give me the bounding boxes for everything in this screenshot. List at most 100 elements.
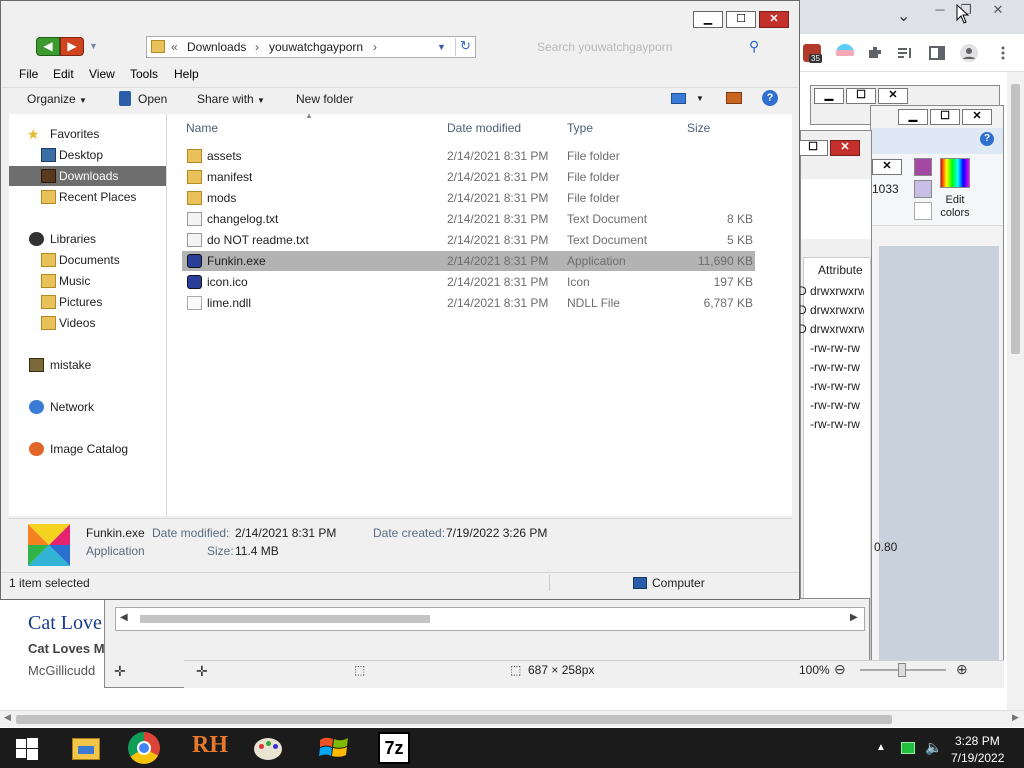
nav-downloads[interactable]: Downloads — [9, 166, 167, 186]
ftp-maximize-button[interactable]: ☐ — [798, 140, 828, 156]
search-input[interactable]: Search youwatchgayporn ⚲ — [529, 36, 773, 58]
address-dropdown-icon[interactable]: ▼ — [437, 42, 446, 52]
editor-scroll-right-icon[interactable]: ▶ — [850, 612, 858, 623]
search-icon[interactable]: ⚲ — [749, 38, 759, 55]
zoom-in-icon[interactable]: ⊕ — [956, 661, 968, 678]
open-button[interactable]: Open — [138, 92, 167, 106]
nav-network[interactable]: Network — [9, 397, 167, 417]
chrome-icon[interactable] — [128, 732, 160, 764]
address-bar[interactable]: « Downloads › youwatchgayporn › ▼ ↻ — [146, 36, 476, 58]
menu-view[interactable]: View — [89, 67, 115, 81]
file-row[interactable]: assets 2/14/2021 8:31 PM File folder — [182, 146, 755, 166]
browser-menu-icon[interactable] — [994, 44, 1012, 62]
help-icon[interactable]: ? — [762, 90, 778, 106]
forward-arrow-icon[interactable]: ▶ — [60, 37, 84, 56]
7zip-icon[interactable]: 7z — [378, 732, 410, 764]
browser-horizontal-scrollbar[interactable]: ◀ ▶ — [0, 710, 1024, 727]
paint-icon[interactable] — [252, 732, 284, 764]
column-header-date-modified[interactable]: Date modified — [447, 121, 521, 135]
file-row[interactable]: icon.ico 2/14/2021 8:31 PM Icon 197 KB — [182, 272, 755, 292]
tab-search-chevron-icon[interactable]: ⌄ — [897, 6, 910, 26]
recent-pages-dropdown-icon[interactable]: ▼ — [89, 41, 98, 51]
edit-colors-palette-icon[interactable] — [940, 158, 970, 188]
back-arrow-icon[interactable]: ◀ — [36, 37, 60, 56]
side-panel-icon[interactable] — [928, 44, 946, 62]
color2-swatch[interactable] — [914, 180, 932, 198]
paint-help-icon[interactable]: ? — [980, 132, 994, 146]
ftp-close-button[interactable]: ✕ — [830, 140, 860, 156]
menu-tools[interactable]: Tools — [130, 67, 158, 81]
profile-avatar-icon[interactable] — [960, 44, 978, 62]
media-queue-icon[interactable] — [896, 44, 914, 62]
new-folder-button[interactable]: New folder — [296, 92, 353, 106]
editor-scroll-thumb[interactable] — [140, 615, 430, 623]
scroll-right-arrow-icon[interactable]: ▶ — [1012, 712, 1019, 723]
color1-swatch[interactable] — [914, 158, 932, 176]
nav-videos[interactable]: Videos — [9, 313, 167, 333]
bg-window-1-minimize-button[interactable]: ▁ — [814, 88, 844, 104]
menu-file[interactable]: File — [19, 67, 38, 81]
bg-window-1-maximize-button[interactable]: ☐ — [846, 88, 876, 104]
explorer-maximize-button[interactable]: ☐ — [726, 11, 756, 28]
share-with-button[interactable]: Share with ▼ — [197, 92, 265, 106]
browser-minimize-button[interactable]: ─ — [926, 2, 954, 20]
attribute-column-header[interactable]: Attribute — [818, 263, 863, 277]
preview-pane-icon[interactable] — [726, 92, 742, 104]
refresh-icon[interactable]: ↻ — [455, 38, 475, 56]
column-header-name[interactable]: Name — [186, 121, 218, 135]
volume-icon[interactable]: 🔈 — [925, 739, 942, 756]
file-row[interactable]: Funkin.exe 2/14/2021 8:31 PM Application 11… — [182, 251, 755, 271]
edit-colors-label[interactable]: Edit colors — [936, 194, 974, 220]
nav-documents[interactable]: Documents — [9, 250, 167, 270]
network-status-icon[interactable] — [901, 742, 915, 754]
menu-edit[interactable]: Edit — [53, 67, 74, 81]
puzzle-piece-icon[interactable] — [866, 44, 884, 62]
file-row[interactable]: mods 2/14/2021 8:31 PM File folder — [182, 188, 755, 208]
paint-minimize-button[interactable]: ▁ — [898, 109, 928, 125]
breadcrumb-current-folder[interactable]: youwatchgayporn — [269, 40, 363, 54]
organize-button[interactable]: Organize ▼ — [27, 92, 87, 106]
column-header-type[interactable]: Type — [567, 121, 593, 135]
explorer-minimize-button[interactable]: ▁ — [693, 11, 723, 28]
menu-help[interactable]: Help — [174, 67, 199, 81]
nav-recent-places[interactable]: Recent Places — [9, 187, 167, 207]
color3-swatch[interactable] — [914, 202, 932, 220]
clock-time[interactable]: 3:28 PM — [955, 734, 1000, 748]
start-button[interactable] — [16, 738, 38, 760]
browser-close-button[interactable]: ✕ — [984, 2, 1012, 20]
nav-pictures[interactable]: Pictures — [9, 292, 167, 312]
show-hidden-icons-chevron[interactable]: ▲ — [876, 742, 886, 753]
paint-close-button[interactable]: ✕ — [962, 109, 992, 125]
zoom-out-icon[interactable]: ⊖ — [834, 661, 846, 678]
view-options-dropdown-icon[interactable]: ▼ — [696, 94, 704, 103]
file-explorer-icon[interactable] — [70, 732, 102, 764]
explorer-close-button[interactable]: ✕ — [759, 11, 789, 28]
rh-app-icon[interactable]: RH — [192, 732, 228, 764]
editor-scroll-left-icon[interactable]: ◀ — [120, 612, 128, 623]
nav-desktop[interactable]: Desktop — [9, 145, 167, 165]
ftp-window[interactable] — [800, 130, 872, 667]
explorer-title-bar[interactable] — [1, 1, 799, 33]
explorer-window[interactable]: ▁ ☐ ✕ ◀ ▶ ▼ « Downloads › youwatchgaypor… — [0, 0, 800, 600]
zoom-slider-thumb[interactable] — [898, 663, 906, 677]
nav-image-catalog[interactable]: Image Catalog — [9, 439, 167, 459]
page-heading[interactable]: Cat Love — [28, 612, 102, 635]
nav-mistake[interactable]: mistake — [9, 355, 167, 375]
breadcrumb-downloads[interactable]: Downloads — [187, 40, 246, 54]
scroll-left-arrow-icon[interactable]: ◀ — [4, 712, 11, 723]
view-options-icon[interactable] — [671, 93, 686, 104]
file-row[interactable]: do NOT readme.txt 2/14/2021 8:31 PM Text D… — [182, 230, 755, 250]
bg-window-1-close-button[interactable]: ✕ — [878, 88, 908, 104]
column-header-size[interactable]: Size — [687, 121, 710, 135]
nav-favorites[interactable]: ★ Favorites — [9, 124, 167, 144]
breadcrumb-separator-icon[interactable]: › — [255, 40, 259, 54]
nav-libraries[interactable]: Libraries — [9, 229, 167, 249]
application-open-icon[interactable] — [119, 91, 131, 106]
windows-logo-icon[interactable] — [318, 732, 350, 764]
file-row[interactable]: manifest 2/14/2021 8:31 PM File folder — [182, 167, 755, 187]
breadcrumb-separator-icon[interactable]: › — [373, 40, 377, 54]
file-row[interactable]: lime.ndll 2/14/2021 8:31 PM NDLL File 6,787… — [182, 293, 755, 313]
browser-vertical-scrollbar[interactable] — [1007, 72, 1024, 712]
file-row[interactable]: changelog.txt 2/14/2021 8:31 PM Text Docum… — [182, 209, 755, 229]
nav-music[interactable]: Music — [9, 271, 167, 291]
